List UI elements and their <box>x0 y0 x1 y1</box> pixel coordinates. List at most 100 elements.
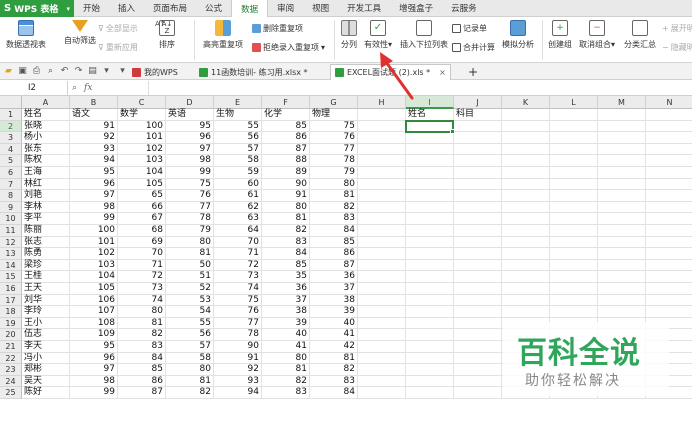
table-cell[interactable]: 80 <box>118 306 166 318</box>
row-header[interactable]: 10 <box>0 213 22 225</box>
table-cell[interactable]: 姓名 <box>406 109 454 121</box>
table-cell[interactable]: 77 <box>214 317 262 330</box>
table-cell[interactable] <box>646 260 692 272</box>
open-folder-icon[interactable]: ▰ <box>3 66 14 77</box>
table-cell[interactable] <box>502 155 550 167</box>
column-header[interactable]: F <box>262 96 310 109</box>
table-cell[interactable] <box>502 109 550 121</box>
table-cell[interactable]: 53 <box>166 294 214 307</box>
column-header[interactable]: H <box>358 96 406 109</box>
table-cell[interactable]: 85 <box>118 364 166 376</box>
table-cell[interactable]: 吴天 <box>22 375 70 388</box>
table-cell[interactable]: 41 <box>262 341 310 353</box>
table-cell[interactable]: 74 <box>118 294 166 307</box>
table-cell[interactable] <box>358 143 406 156</box>
table-cell[interactable]: 95 <box>166 120 214 133</box>
table-cell[interactable]: 化学 <box>262 109 310 121</box>
table-cell[interactable] <box>598 132 646 144</box>
row-header[interactable]: 22 <box>0 352 22 365</box>
insert-function-button[interactable]: fx <box>84 83 92 93</box>
table-cell[interactable] <box>358 387 406 399</box>
menu-tab[interactable]: 视图 <box>303 0 338 16</box>
table-cell[interactable]: 英语 <box>166 109 214 121</box>
table-cell[interactable]: 40 <box>262 329 310 341</box>
insert-dropdown-list-button[interactable]: 插入下拉列表 <box>399 17 449 50</box>
table-cell[interactable]: 94 <box>214 387 262 399</box>
table-cell[interactable]: 83 <box>310 375 358 388</box>
table-cell[interactable]: 57 <box>214 143 262 156</box>
table-cell[interactable] <box>646 295 692 307</box>
table-cell[interactable]: 83 <box>118 341 166 353</box>
table-cell[interactable]: 张志 <box>22 236 70 249</box>
table-cell[interactable]: 82 <box>310 201 358 214</box>
table-cell[interactable] <box>358 120 406 133</box>
table-cell[interactable] <box>646 271 692 283</box>
table-cell[interactable]: 72 <box>118 271 166 283</box>
table-cell[interactable] <box>454 143 502 156</box>
row-header[interactable]: 15 <box>0 271 22 283</box>
table-cell[interactable] <box>502 225 550 237</box>
table-cell[interactable]: 109 <box>70 329 118 341</box>
table-cell[interactable] <box>646 237 692 249</box>
table-cell[interactable] <box>358 109 406 121</box>
print-icon[interactable]: ⎙ <box>31 66 42 77</box>
menu-tab[interactable]: 增强盒子 <box>390 0 442 16</box>
table-cell[interactable]: 83 <box>310 213 358 225</box>
document-tab[interactable]: 我的WPS <box>128 64 182 80</box>
menu-tab[interactable]: 页面布局 <box>144 0 196 16</box>
table-cell[interactable] <box>358 201 406 214</box>
table-cell[interactable] <box>646 155 692 167</box>
table-cell[interactable] <box>358 364 406 376</box>
table-cell[interactable]: 80 <box>310 178 358 191</box>
menu-tab[interactable]: 云服务 <box>442 0 486 16</box>
table-cell[interactable]: 物理 <box>310 109 358 121</box>
table-cell[interactable] <box>502 248 550 260</box>
table-cell[interactable]: 生物 <box>214 109 262 121</box>
table-cell[interactable] <box>454 283 502 295</box>
table-cell[interactable]: 92 <box>70 132 118 144</box>
table-cell[interactable]: 89 <box>262 167 310 179</box>
table-cell[interactable] <box>646 144 692 156</box>
table-cell[interactable]: 54 <box>166 306 214 318</box>
menu-tab[interactable]: 开发工具 <box>338 0 390 16</box>
table-cell[interactable] <box>598 109 646 121</box>
table-cell[interactable] <box>646 306 692 318</box>
table-cell[interactable]: 96 <box>70 352 118 365</box>
table-cell[interactable] <box>550 306 598 318</box>
table-cell[interactable]: 67 <box>118 213 166 225</box>
table-cell[interactable]: 张东 <box>22 143 70 156</box>
table-cell[interactable] <box>502 190 550 202</box>
table-cell[interactable]: 98 <box>166 155 214 167</box>
table-cell[interactable]: 56 <box>166 329 214 341</box>
table-cell[interactable] <box>550 143 598 156</box>
table-cell[interactable]: 100 <box>118 120 166 133</box>
table-cell[interactable]: 91 <box>262 190 310 202</box>
table-cell[interactable] <box>550 225 598 237</box>
table-cell[interactable]: 85 <box>310 236 358 249</box>
wps-app-menu-button[interactable]: S WPS 表格 ▾ <box>0 0 74 17</box>
table-cell[interactable] <box>646 132 692 144</box>
menu-tab[interactable]: 审阅 <box>268 0 303 16</box>
table-cell[interactable]: 39 <box>310 306 358 318</box>
table-cell[interactable]: 75 <box>214 294 262 307</box>
record-form-button[interactable]: 记录单 <box>452 23 487 34</box>
table-cell[interactable]: 陈丽 <box>22 225 70 237</box>
table-cell[interactable]: 99 <box>70 213 118 225</box>
table-cell[interactable]: 40 <box>310 317 358 330</box>
table-cell[interactable]: 96 <box>166 132 214 144</box>
table-cell[interactable] <box>550 178 598 191</box>
table-cell[interactable] <box>502 306 550 318</box>
table-cell[interactable] <box>358 155 406 167</box>
table-cell[interactable]: 98 <box>70 201 118 214</box>
table-cell[interactable]: 68 <box>118 225 166 237</box>
table-cell[interactable] <box>406 167 454 179</box>
row-header[interactable]: 14 <box>0 259 22 272</box>
pivot-table-button[interactable]: 数据透视表 <box>4 17 48 50</box>
document-tab[interactable]: 11函数培训- 练习用.xlsx * <box>195 64 312 80</box>
table-cell[interactable] <box>550 132 598 144</box>
table-cell[interactable]: 95 <box>70 341 118 353</box>
table-cell[interactable] <box>454 387 502 399</box>
table-cell[interactable] <box>502 294 550 307</box>
table-cell[interactable] <box>646 179 692 191</box>
table-cell[interactable] <box>550 283 598 295</box>
